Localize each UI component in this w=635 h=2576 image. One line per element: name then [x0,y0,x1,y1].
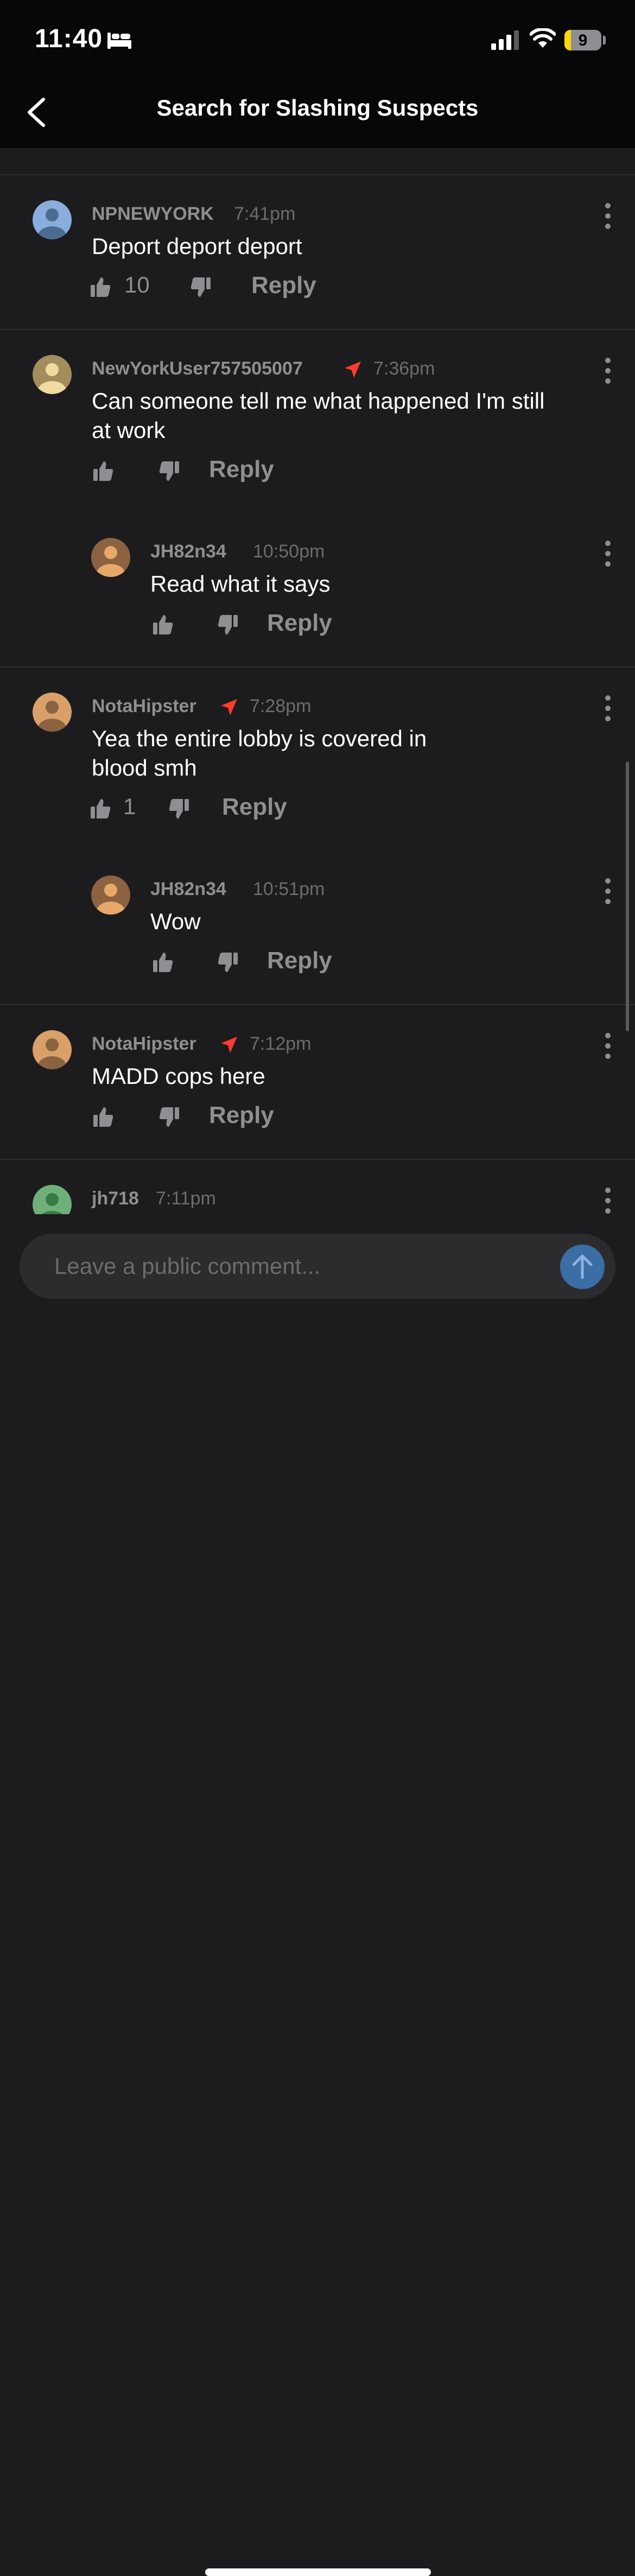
comment-timestamp: 7:36pm [373,358,435,379]
thumbs-up-icon[interactable] [92,460,114,482]
nav-bar: Search for Slashing Suspects [0,79,635,148]
comment-input[interactable] [20,1234,615,1299]
thumbs-down-icon[interactable] [158,1106,180,1128]
avatar[interactable] [91,538,130,577]
comment-username[interactable]: JH82n34 [150,541,226,562]
divider [0,329,635,330]
comment-timestamp: 7:28pm [250,696,312,716]
avatar[interactable] [91,875,130,915]
avatar[interactable] [33,1185,72,1214]
thumbs-down-icon[interactable] [168,798,190,820]
reply-button[interactable]: Reply [267,610,332,637]
comment-timestamp: 10:50pm [253,541,325,562]
thumbs-down-icon[interactable] [217,951,239,973]
more-options-icon[interactable] [601,540,614,567]
thumbs-up-icon[interactable] [92,1106,114,1128]
thumbs-up-icon[interactable] [152,951,174,973]
page-title: Search for Slashing Suspects [156,95,479,120]
avatar[interactable] [33,200,72,239]
comment-text: Read what it says [150,571,331,597]
comment-username[interactable]: NPNEWYORK [92,204,214,225]
divider [0,1004,635,1005]
reply-button[interactable]: Reply [251,272,316,299]
more-options-icon[interactable] [601,878,614,905]
status-bar: 11:40 9 [0,0,635,79]
avatar[interactable] [33,693,72,732]
arrow-up-icon [572,1254,593,1279]
battery-icon: 9 [564,30,601,50]
comment-username[interactable]: jh718 [92,1188,139,1209]
divider [0,1159,635,1160]
comment-username[interactable]: NewYorkUser757505007 [92,358,303,379]
comment-username[interactable]: NotaHipster [92,696,196,717]
reply-button[interactable]: Reply [267,947,332,974]
like-count: 1 [123,794,136,819]
comments-list[interactable]: NPNEWYORK 7:41pm Deport deport deport 10… [0,148,635,1214]
home-indicator [205,2568,431,2576]
reply-button[interactable]: Reply [222,794,287,821]
comment-username[interactable]: NotaHipster [92,1033,196,1055]
comment-timestamp: 7:41pm [234,204,296,224]
status-time: 11:40 [35,24,103,53]
comment-text: Can someone tell me what happened I'm st… [92,388,545,443]
comment-text: Deport deport deport [92,233,302,259]
more-options-icon[interactable] [601,1187,614,1214]
thumbs-up-icon[interactable] [90,276,111,298]
thumbs-up-icon[interactable] [90,798,111,820]
comment-text: Wow [150,909,201,934]
comment-username[interactable]: JH82n34 [150,879,226,900]
comment-composer [0,1214,635,2576]
comment-timestamp: 10:51pm [253,879,325,899]
avatar[interactable] [33,355,72,394]
location-arrow-icon [221,1037,237,1053]
more-options-icon[interactable] [601,695,614,722]
thumbs-down-icon[interactable] [190,276,212,298]
comment-timestamp: 7:11pm [156,1188,216,1209]
thumbs-down-icon[interactable] [217,614,239,636]
divider [0,667,635,668]
scrollbar[interactable] [626,762,629,1031]
more-options-icon[interactable] [601,1032,614,1059]
comment-text: MADD cops here [92,1063,265,1089]
reply-button[interactable]: Reply [209,456,274,483]
location-arrow-icon [345,361,361,378]
battery-level: 9 [578,31,588,49]
like-count: 10 [124,272,150,297]
thumbs-up-icon[interactable] [152,614,174,636]
avatar[interactable] [33,1030,72,1069]
divider [0,174,635,175]
comment-timestamp: 7:12pm [250,1033,312,1054]
more-options-icon[interactable] [601,202,614,230]
thumbs-down-icon[interactable] [158,460,180,482]
sleep-focus-icon [107,33,131,49]
location-arrow-icon [221,699,237,715]
wifi-icon [530,28,556,48]
cellular-signal-icon [491,30,519,50]
send-button[interactable] [560,1245,605,1289]
comment-text: Yea the entire lobby is covered in blood… [92,726,427,781]
reply-button[interactable]: Reply [209,1102,274,1129]
more-options-icon[interactable] [601,357,614,384]
battery-tip [603,36,606,45]
